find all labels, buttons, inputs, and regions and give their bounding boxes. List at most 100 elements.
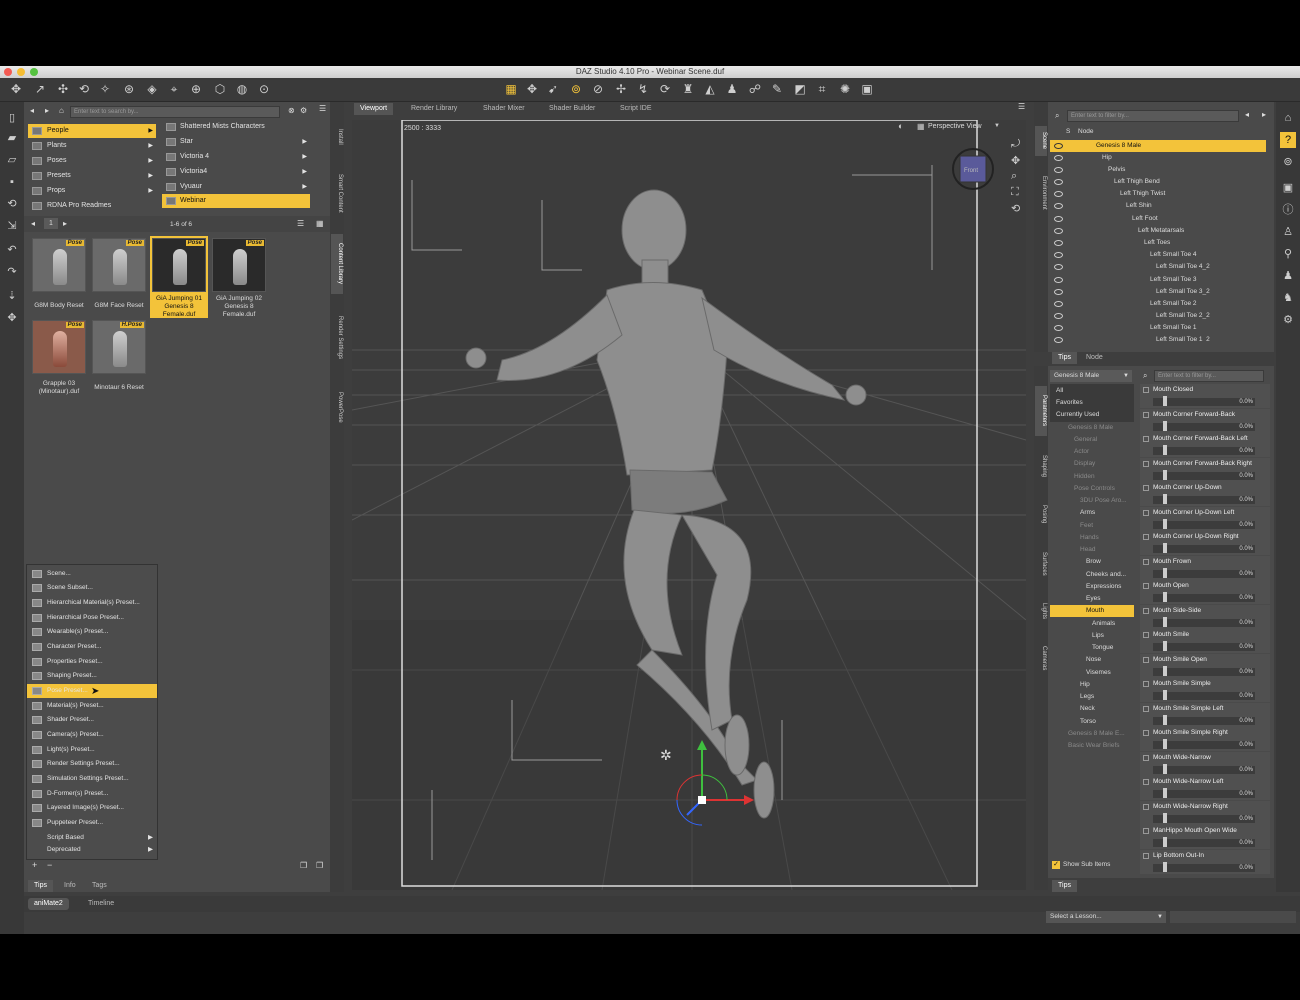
frame-camera-icon[interactable]: ⛶ [1011, 186, 1019, 199]
slider-knob[interactable] [1163, 641, 1167, 651]
visibility-eye-icon[interactable] [1054, 277, 1063, 283]
draw-style-icon[interactable]: ◐ [898, 121, 903, 131]
drop-to-floor-icon[interactable]: ⇣ [4, 288, 20, 304]
scene-node[interactable]: Hip [1102, 152, 1112, 164]
menu-item-scene[interactable]: Scene... [27, 567, 157, 581]
category-poses[interactable]: Poses ▶ [28, 154, 156, 168]
menu-item-light[interactable]: Light(s) Preset... [27, 743, 157, 757]
side-tab-posing[interactable]: Posing [1035, 498, 1047, 530]
slider-mouth-smile[interactable]: Mouth Smile 0.0% [1140, 629, 1270, 653]
side-tab-shaping[interactable]: Shaping [1035, 448, 1047, 484]
scene-node[interactable]: Left Toes [1144, 237, 1170, 249]
slider-track[interactable]: 0.0% [1153, 421, 1255, 431]
slider-track[interactable]: 0.0% [1153, 715, 1255, 725]
joint-editor-icon[interactable]: ⊕ [188, 81, 204, 97]
scene-node[interactable]: Left Small Toe 2 [1150, 298, 1197, 310]
slider-knob[interactable] [1163, 788, 1167, 798]
add-icon[interactable]: + [32, 860, 37, 870]
camera-add-icon[interactable]: ⌗ [814, 81, 830, 97]
light-icon[interactable]: ✺ [837, 81, 853, 97]
slider-track[interactable]: 0.0% [1153, 445, 1255, 455]
zoom-camera-icon[interactable]: ⌕ [1011, 170, 1017, 183]
select-icon[interactable]: ➹ [545, 81, 561, 97]
rotate-tool-icon[interactable]: ⟲ [76, 81, 92, 97]
slider-corner-fb-right[interactable]: Mouth Corner Forward-Back Right 0.0% [1140, 458, 1270, 482]
morph-loader-icon[interactable]: ▣ [1280, 180, 1296, 196]
scene-node[interactable]: Left Small Toe 2_2 [1156, 310, 1210, 322]
menu-item-shaping[interactable]: Shaping Preset... [27, 669, 157, 683]
panel-menu-icon[interactable]: ☰ [319, 104, 326, 113]
slider-knob[interactable] [1163, 666, 1167, 676]
tab-timeline[interactable]: Timeline [82, 898, 120, 910]
visibility-eye-icon[interactable] [1054, 252, 1063, 258]
visibility-eye-icon[interactable] [1054, 301, 1063, 307]
scene-node[interactable]: Left Small Toe 3 [1150, 274, 1197, 286]
paste-icon[interactable]: ❐ [316, 861, 323, 870]
grid-view-icon[interactable]: ▦ [316, 219, 324, 228]
side-tab-environment[interactable]: Environment [1035, 168, 1047, 218]
slider-smile-open[interactable]: Mouth Smile Open 0.0% [1140, 654, 1270, 678]
slider-track[interactable]: 0.0% [1153, 519, 1255, 529]
asset-thumbnail[interactable]: H.Pose [92, 320, 146, 374]
brush-icon[interactable]: ✎ [769, 81, 785, 97]
scene-node[interactable]: Left Small Toe 1_2 [1156, 334, 1210, 342]
slider-knob[interactable] [1163, 396, 1167, 406]
geometry-editor-icon[interactable]: ⬡ [212, 81, 228, 97]
visibility-eye-icon[interactable] [1054, 228, 1063, 234]
checkbox-checked-icon[interactable]: ✓ [1052, 861, 1060, 869]
tab-shader-mixer[interactable]: Shader Mixer [477, 103, 531, 115]
figure-icon[interactable]: ♜ [680, 81, 696, 97]
universal-tool-icon[interactable]: ✣ [55, 81, 71, 97]
asset-thumbnail[interactable]: Pose [32, 238, 86, 292]
slider-knob[interactable] [1163, 519, 1167, 529]
slider-corner-fb-left[interactable]: Mouth Corner Forward-Back Left 0.0% [1140, 433, 1270, 457]
help-icon[interactable]: ⊚ [1280, 154, 1296, 170]
3d-viewport[interactable]: ✲ Front 2500 : 3333 [352, 120, 1026, 890]
save-icon[interactable]: ▪ [4, 174, 20, 190]
slider-corner-ud[interactable]: Mouth Corner Up-Down 0.0% [1140, 482, 1270, 506]
slider-track[interactable]: 0.0% [1153, 788, 1255, 798]
pose-tool-icon[interactable]: ✧ [97, 81, 113, 97]
side-tab-smart-content[interactable]: Smart Content [331, 166, 343, 220]
orbit-camera-icon[interactable]: ⤾ [1011, 138, 1020, 151]
side-tab-render-settings[interactable]: Render Settings [331, 308, 343, 368]
subcategory-shattered-mists[interactable]: Shattered Mists Characters [162, 120, 310, 134]
lesson-steps-bar[interactable] [1170, 911, 1296, 923]
render-camera-icon[interactable]: ▣ [859, 81, 875, 97]
settings-icon[interactable]: ⚙ [1280, 312, 1296, 328]
slider-track[interactable]: 0.0% [1153, 837, 1255, 847]
slider-knob[interactable] [1163, 690, 1167, 700]
info-icon[interactable]: ⓘ [1280, 202, 1296, 218]
slider-mouth-open[interactable]: Mouth Open 0.0% [1140, 580, 1270, 604]
close-window-icon[interactable] [4, 68, 12, 76]
side-tab-lights[interactable]: Lights [1035, 596, 1047, 626]
copy-icon[interactable]: ❐ [300, 861, 307, 870]
category-plants[interactable]: Plants ▶ [28, 139, 156, 153]
tab-parameters-tips[interactable]: Tips [1052, 880, 1077, 892]
slider-mouth-side-side[interactable]: Mouth Side-Side 0.0% [1140, 605, 1270, 629]
visibility-eye-icon[interactable] [1054, 264, 1063, 270]
slider-track[interactable]: 0.0% [1153, 494, 1255, 504]
content-search-input[interactable]: Enter text to search by... [70, 106, 280, 118]
slider-corner-fb[interactable]: Mouth Corner Forward-Back 0.0% [1140, 409, 1270, 433]
asset-thumbnail[interactable]: Pose [32, 320, 86, 374]
menu-item-character[interactable]: Character Preset... [27, 640, 157, 654]
lesson-select[interactable]: Select a Lesson... ▼ [1046, 911, 1166, 923]
slider-wide-narrow-right[interactable]: Mouth Wide-Narrow Right 0.0% [1140, 801, 1270, 825]
region-tool-icon[interactable]: ⌖ [166, 81, 182, 97]
side-tab-scene[interactable]: Scene [1035, 126, 1047, 156]
subcategory-webinar[interactable]: Webinar [162, 194, 310, 208]
import-icon[interactable]: ⇲ [4, 218, 20, 234]
active-pose-icon[interactable]: ⊚ [568, 81, 584, 97]
visibility-eye-icon[interactable] [1054, 289, 1063, 295]
scene-filter-input[interactable]: Enter text to filter by... [1067, 110, 1239, 122]
page-next-icon[interactable]: ▸ [63, 219, 67, 228]
asset-thumbnail[interactable]: Pose [212, 238, 266, 292]
reset-camera-icon[interactable]: ⟲ [1011, 202, 1020, 215]
subcategory-vyuaur[interactable]: Vyuaur ▶ [162, 180, 310, 194]
menu-item-puppeteer[interactable]: Puppeteer Preset... [27, 816, 157, 830]
minimize-window-icon[interactable] [17, 68, 25, 76]
home-icon[interactable]: ⌂ [1280, 110, 1296, 126]
spot-render-icon[interactable]: ⊙ [256, 81, 272, 97]
slider-knob[interactable] [1163, 617, 1167, 627]
